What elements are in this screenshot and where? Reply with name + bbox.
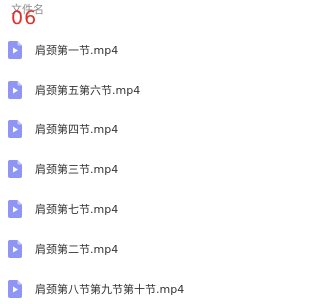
file-row[interactable]: 肩颈第八节第九节第十节.mp4 (0, 269, 331, 304)
file-name[interactable]: 肩颈第一节.mp4 (35, 42, 118, 58)
file-name[interactable]: 肩颈第三节.mp4 (35, 161, 118, 177)
overlay-number-label: 06 (11, 7, 38, 29)
video-file-icon (8, 279, 22, 298)
file-browser-window: 文件名 06 肩颈第一节.mp4 肩颈第五第六节.mp4 肩颈第四节.mp4 肩… (0, 0, 331, 304)
file-name[interactable]: 肩颈第八节第九节第十节.mp4 (35, 281, 184, 297)
file-row[interactable]: 肩颈第一节.mp4 (0, 30, 331, 70)
video-file-icon (8, 40, 22, 59)
file-name[interactable]: 肩颈第二节.mp4 (35, 241, 118, 257)
file-name[interactable]: 肩颈第七节.mp4 (35, 201, 118, 217)
video-file-icon (8, 160, 22, 179)
video-file-icon (8, 80, 22, 99)
video-file-icon (8, 200, 22, 219)
file-row[interactable]: 肩颈第二节.mp4 (0, 229, 331, 269)
file-row[interactable]: 肩颈第七节.mp4 (0, 189, 331, 229)
file-list: 肩颈第一节.mp4 肩颈第五第六节.mp4 肩颈第四节.mp4 肩颈第三节.mp… (0, 30, 331, 304)
file-row[interactable]: 肩颈第五第六节.mp4 (0, 70, 331, 110)
video-file-icon (8, 239, 22, 258)
file-name[interactable]: 肩颈第四节.mp4 (35, 121, 118, 137)
file-row[interactable]: 肩颈第四节.mp4 (0, 110, 331, 150)
file-name[interactable]: 肩颈第五第六节.mp4 (35, 82, 140, 98)
file-row[interactable]: 肩颈第三节.mp4 (0, 149, 331, 189)
file-list-header: 文件名 06 (0, 0, 331, 34)
video-file-icon (8, 120, 22, 139)
